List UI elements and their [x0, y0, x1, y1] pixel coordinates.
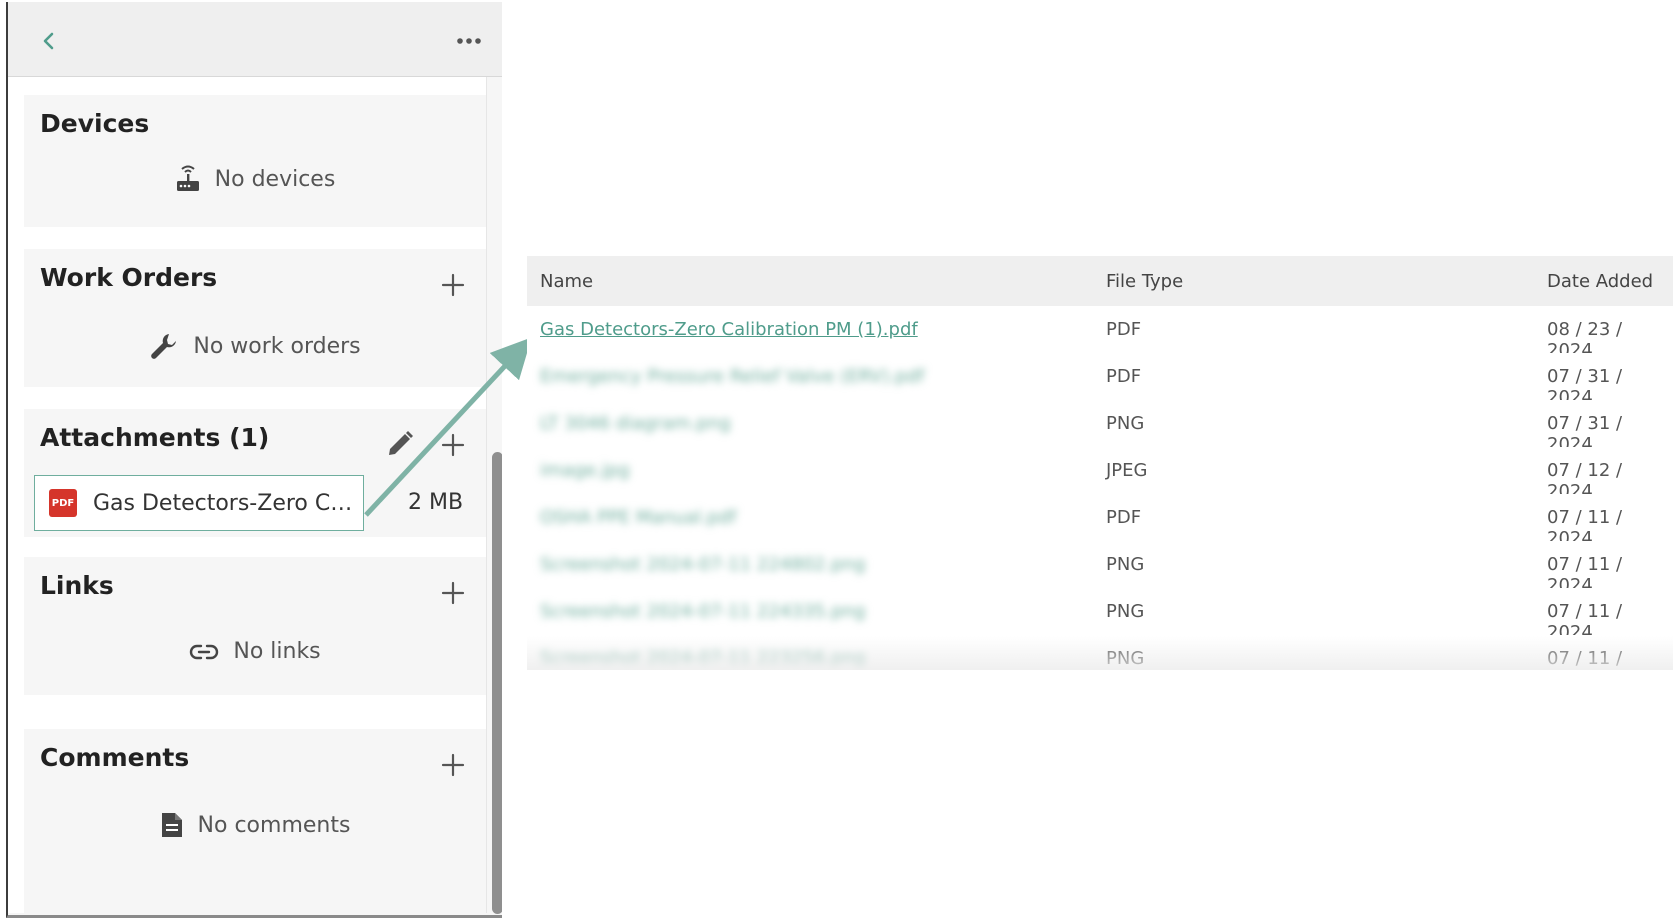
attachment-item[interactable]: PDF Gas Detectors-Zero Cali... [34, 475, 364, 531]
devices-section: Devices No devices [24, 95, 486, 227]
file-table: Name File Type Date Added Gas Detectors-… [527, 256, 1673, 670]
table-row[interactable]: Screenshot 2024-07-11 224335.png PNG 07 … [527, 588, 1673, 643]
table-row[interactable]: LT 3046 diagram.png PNG 07 / 31 / 2024 [527, 400, 1673, 455]
table-row[interactable]: Gas Detectors-Zero Calibration PM (1).pd… [527, 306, 1673, 361]
table-header: Name File Type Date Added [527, 256, 1673, 306]
file-name-link[interactable]: Screenshot 2024-07-11 223256.png [540, 648, 866, 669]
wrench-icon [151, 334, 177, 359]
table-row[interactable]: image.jpg JPEG 07 / 12 / 2024 [527, 447, 1673, 502]
table-row[interactable]: OSHA PPE Manual.pdf PDF 07 / 11 / 2024 [527, 494, 1673, 549]
file-type: PDF [1106, 507, 1142, 528]
file-name-link[interactable]: Emergency Pressure Relief Valve (ERV).pd… [540, 366, 924, 387]
add-link-button[interactable] [439, 579, 467, 607]
devices-empty-text: No devices [214, 166, 336, 192]
panel-header [8, 2, 502, 77]
links-empty-state: No links [24, 639, 486, 664]
work-orders-empty-text: No work orders [193, 333, 361, 359]
table-row[interactable]: Screenshot 2024-07-11 224802.png PNG 07 … [527, 541, 1673, 596]
column-header-name[interactable]: Name [540, 271, 593, 292]
column-header-file-type[interactable]: File Type [1106, 271, 1183, 292]
file-type: PNG [1106, 413, 1145, 434]
file-name-link[interactable]: OSHA PPE Manual.pdf [540, 507, 736, 528]
pdf-icon: PDF [49, 489, 77, 517]
add-comment-button[interactable] [439, 751, 467, 779]
comments-section: Comments No comments [24, 729, 486, 913]
comments-title: Comments [40, 743, 190, 772]
link-icon [190, 644, 219, 659]
file-date: 07 / 11 / 2024 [1547, 648, 1623, 670]
file-type: PNG [1106, 648, 1145, 669]
file-name-link[interactable]: Gas Detectors-Zero Calibration PM (1).pd… [540, 319, 918, 340]
add-work-order-button[interactable] [439, 271, 467, 299]
file-type: JPEG [1106, 460, 1148, 481]
devices-empty-state: No devices [24, 165, 486, 193]
file-type: PDF [1106, 366, 1142, 387]
links-title: Links [40, 571, 114, 600]
document-icon [161, 813, 182, 837]
table-row[interactable]: Screenshot 2024-07-11 223256.png PNG 07 … [527, 635, 1673, 670]
file-type: PNG [1106, 554, 1145, 575]
file-type: PNG [1106, 601, 1145, 622]
attachments-title: Attachments (1) [40, 423, 270, 452]
more-options-icon[interactable] [454, 30, 484, 52]
column-header-date-added[interactable]: Date Added [1547, 271, 1653, 292]
table-row[interactable]: Emergency Pressure Relief Valve (ERV).pd… [527, 353, 1673, 408]
callout-arrow [364, 337, 532, 517]
links-empty-text: No links [233, 639, 321, 664]
back-chevron-icon[interactable] [36, 28, 62, 54]
file-type: PDF [1106, 319, 1142, 340]
file-name-link[interactable]: Screenshot 2024-07-11 224335.png [540, 601, 866, 622]
comments-empty-state: No comments [24, 811, 486, 839]
comments-empty-text: No comments [197, 812, 351, 838]
attachment-name: Gas Detectors-Zero Cali... [93, 490, 363, 516]
file-name-link[interactable]: image.jpg [540, 460, 630, 481]
router-icon [176, 165, 199, 191]
work-orders-title: Work Orders [40, 263, 218, 292]
devices-title: Devices [40, 109, 150, 138]
file-name-link[interactable]: Screenshot 2024-07-11 224802.png [540, 554, 866, 575]
links-section: Links No links [24, 557, 486, 695]
file-name-link[interactable]: LT 3046 diagram.png [540, 413, 731, 434]
